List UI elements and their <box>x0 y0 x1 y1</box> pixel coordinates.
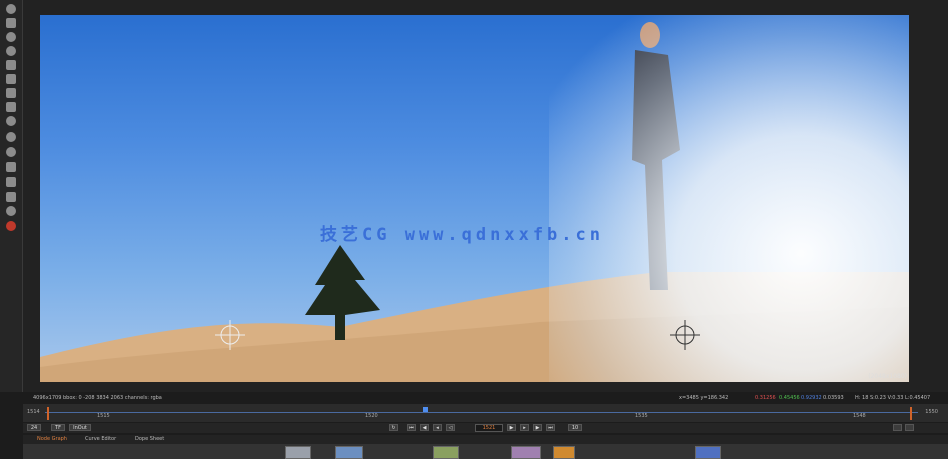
play-backward-icon[interactable]: ◁ <box>446 424 455 431</box>
panel-tabs: Node Graph Curve Editor Dope Sheet <box>23 435 948 444</box>
first-frame-icon[interactable]: ⏮ <box>407 424 416 431</box>
tree <box>305 245 380 340</box>
green-value: 0.45456 <box>779 395 800 401</box>
node-graph-panel[interactable] <box>23 444 948 459</box>
power-icon[interactable] <box>6 4 16 14</box>
transform-icon[interactable] <box>6 88 16 98</box>
tab-node-graph[interactable]: Node Graph <box>37 436 67 442</box>
tick-label: 1535 <box>635 413 648 419</box>
record-icon[interactable] <box>6 221 16 231</box>
range-dropdown[interactable]: InOut <box>69 424 91 431</box>
smoke-cloud <box>549 15 909 382</box>
in-frame: 1514 <box>27 409 40 415</box>
crosshair-icon[interactable] <box>670 320 700 350</box>
timeline-track[interactable] <box>45 412 918 413</box>
fps-field[interactable]: 24 <box>27 424 41 431</box>
tool-sidebar <box>0 0 23 392</box>
step-back-icon[interactable]: ◂ <box>433 424 442 431</box>
viewer-option-icon[interactable] <box>905 424 914 431</box>
roto-icon[interactable] <box>6 60 16 70</box>
blue-value: 0.92932 <box>801 395 822 401</box>
alpha-value: 0.03593 <box>823 395 844 401</box>
playhead[interactable] <box>423 407 428 412</box>
paint-icon[interactable] <box>6 162 16 172</box>
node[interactable] <box>511 446 541 459</box>
tab-curve-editor[interactable]: Curve Editor <box>85 436 116 442</box>
last-frame-icon[interactable]: ⏭ <box>546 424 555 431</box>
loop-icon[interactable]: ↻ <box>389 424 398 431</box>
layers-icon[interactable] <box>6 74 16 84</box>
hsvl-info: H: 18 S:0.23 V:0.33 L:0.45407 <box>855 395 931 401</box>
blur-icon[interactable] <box>6 46 16 56</box>
node[interactable] <box>285 446 311 459</box>
tick-label: 1548 <box>853 413 866 419</box>
next-key-icon[interactable]: ▶ <box>533 424 542 431</box>
step-size-field[interactable]: 10 <box>568 424 582 431</box>
menu-icon[interactable] <box>6 18 16 28</box>
in-point-marker[interactable] <box>47 407 49 420</box>
particles-icon[interactable] <box>6 116 16 126</box>
node[interactable] <box>695 446 721 459</box>
eye-icon[interactable] <box>6 147 16 157</box>
out-frame: 1550 <box>925 409 938 415</box>
transport-bar: 24 TF InOut ↻ ⏮ ◀ ◂ ◁ 1521 ▶ ▸ ▶ ⏭ 10 <box>23 423 948 433</box>
viewer-image[interactable]: (2048x1080) <box>40 15 909 382</box>
circle-tool-icon[interactable] <box>6 32 16 42</box>
tab-dope-sheet[interactable]: Dope Sheet <box>135 436 164 442</box>
watermark-text: 技艺CG www.qdnxxfb.cn <box>320 225 604 245</box>
tick-label: 1515 <box>97 413 110 419</box>
resolution-label: (2048x1080) <box>868 373 907 380</box>
brush-icon[interactable] <box>6 177 16 187</box>
tick-label: 1520 <box>365 413 378 419</box>
red-value: 0.31256 <box>755 395 776 401</box>
color-icon[interactable] <box>6 206 16 216</box>
timeline-mode-dropdown[interactable]: TF <box>51 424 65 431</box>
node[interactable] <box>335 446 363 459</box>
current-frame-input[interactable]: 1521 <box>475 424 503 432</box>
format-info: 4096x1709 bbox: 0 -208 3834 2063 channel… <box>33 395 162 401</box>
node[interactable] <box>433 446 459 459</box>
step-forward-icon[interactable]: ▸ <box>520 424 529 431</box>
info-icon[interactable] <box>6 132 16 142</box>
merge-icon[interactable] <box>6 192 16 202</box>
timeline[interactable]: 1514 1515 1520 1535 1548 1550 <box>23 404 948 422</box>
prev-key-icon[interactable]: ◀ <box>420 424 429 431</box>
pixel-info-bar: 4096x1709 bbox: 0 -208 3834 2063 channel… <box>23 394 948 403</box>
play-forward-icon[interactable]: ▶ <box>507 424 516 431</box>
out-point-marker[interactable] <box>910 407 912 420</box>
crosshair-icon[interactable] <box>215 320 245 350</box>
viewer-option-icon[interactable] <box>893 424 902 431</box>
node[interactable] <box>553 446 575 459</box>
cursor-coords: x=3485 y=186.342 <box>679 395 729 401</box>
3d-icon[interactable] <box>6 102 16 112</box>
